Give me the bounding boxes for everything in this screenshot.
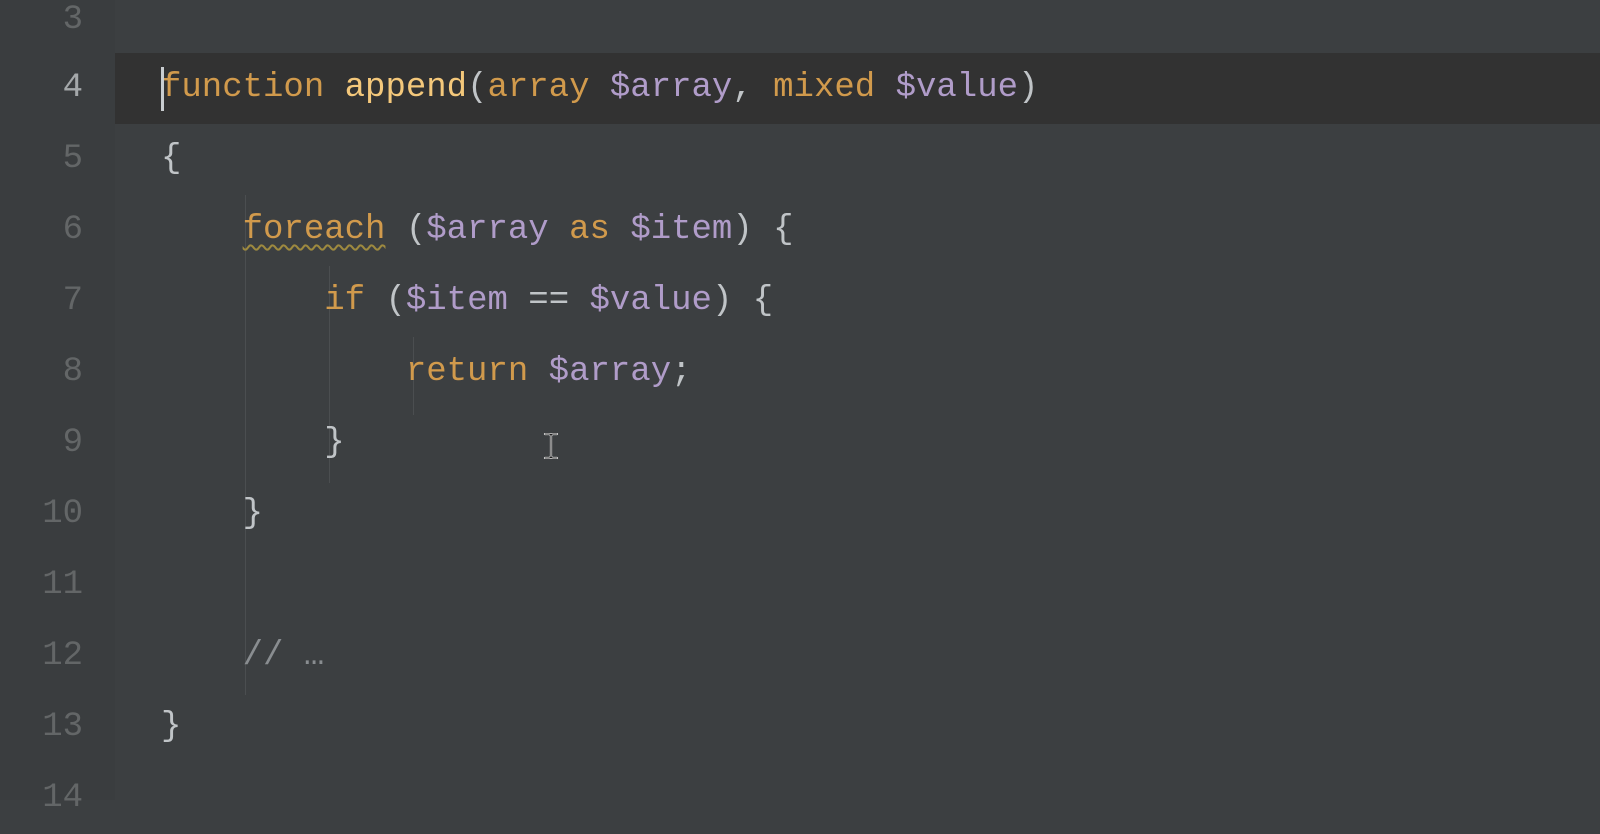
paren-close-brace: ) { — [732, 211, 793, 249]
code-line-5[interactable]: { — [115, 124, 1600, 195]
brace-close: } — [324, 424, 344, 462]
comma: , — [732, 69, 752, 107]
code-line-9[interactable]: } — [115, 408, 1600, 479]
indent — [161, 211, 243, 249]
code-line-8[interactable]: return $array; — [115, 337, 1600, 408]
paren-close: ) — [1018, 69, 1038, 107]
line-number[interactable]: 11 — [0, 550, 83, 621]
var-array: $array — [610, 69, 732, 107]
paren-open: ( — [467, 69, 487, 107]
op-equals: == — [508, 282, 590, 320]
line-number[interactable]: 4 — [0, 53, 83, 124]
paren-close-brace: ) { — [712, 282, 773, 320]
code-line-14[interactable] — [115, 763, 1600, 834]
indent — [161, 495, 243, 533]
indent — [161, 282, 324, 320]
indent — [161, 353, 406, 391]
brace-close: } — [243, 495, 263, 533]
code-line-4[interactable]: function append(array $array, mixed $val… — [115, 53, 1600, 124]
function-name: append — [345, 69, 467, 107]
code-line-13[interactable]: } — [115, 692, 1600, 763]
var-array: $array — [549, 353, 671, 391]
line-number[interactable]: 7 — [0, 266, 83, 337]
text-caret — [161, 67, 164, 111]
line-number[interactable]: 6 — [0, 195, 83, 266]
line-number[interactable]: 5 — [0, 124, 83, 195]
code-editor[interactable]: function append(array $array, mixed $val… — [115, 0, 1600, 800]
code-line-10[interactable]: } — [115, 479, 1600, 550]
code-line-6[interactable]: foreach ($array as $item) { — [115, 195, 1600, 266]
code-line-3[interactable] — [115, 0, 1600, 53]
line-number[interactable]: 8 — [0, 337, 83, 408]
space — [528, 353, 548, 391]
var-item: $item — [406, 282, 508, 320]
keyword-foreach-with-warning: foreach — [243, 211, 386, 249]
code-content[interactable]: function append(array $array, mixed $val… — [115, 0, 1600, 834]
keyword-return: return — [406, 353, 528, 391]
indent — [161, 637, 243, 675]
brace-close: } — [161, 708, 181, 746]
indent — [161, 424, 324, 462]
type-mixed: mixed — [773, 69, 875, 107]
semicolon: ; — [671, 353, 691, 391]
keyword-as: as — [549, 211, 631, 249]
brace-open: { — [161, 140, 181, 178]
code-line-11[interactable] — [115, 550, 1600, 621]
var-item: $item — [630, 211, 732, 249]
line-number[interactable]: 13 — [0, 692, 83, 763]
paren-open: ( — [365, 282, 406, 320]
line-number[interactable]: 12 — [0, 621, 83, 692]
line-number[interactable]: 14 — [0, 763, 83, 834]
keyword-if: if — [324, 282, 365, 320]
line-number[interactable]: 3 — [0, 0, 83, 53]
var-value: $value — [896, 69, 1018, 107]
line-number[interactable]: 10 — [0, 479, 83, 550]
line-number-gutter: 3 4 5 6 7 8 9 10 11 12 13 14 — [0, 0, 115, 800]
var-array: $array — [426, 211, 548, 249]
line-number[interactable]: 9 — [0, 408, 83, 479]
keyword-function: function — [161, 69, 324, 107]
paren-open: ( — [385, 211, 426, 249]
var-value: $value — [590, 282, 712, 320]
comment: // … — [243, 637, 325, 675]
type-array: array — [487, 69, 589, 107]
code-line-12[interactable]: // … — [115, 621, 1600, 692]
code-line-7[interactable]: if ($item == $value) { — [115, 266, 1600, 337]
